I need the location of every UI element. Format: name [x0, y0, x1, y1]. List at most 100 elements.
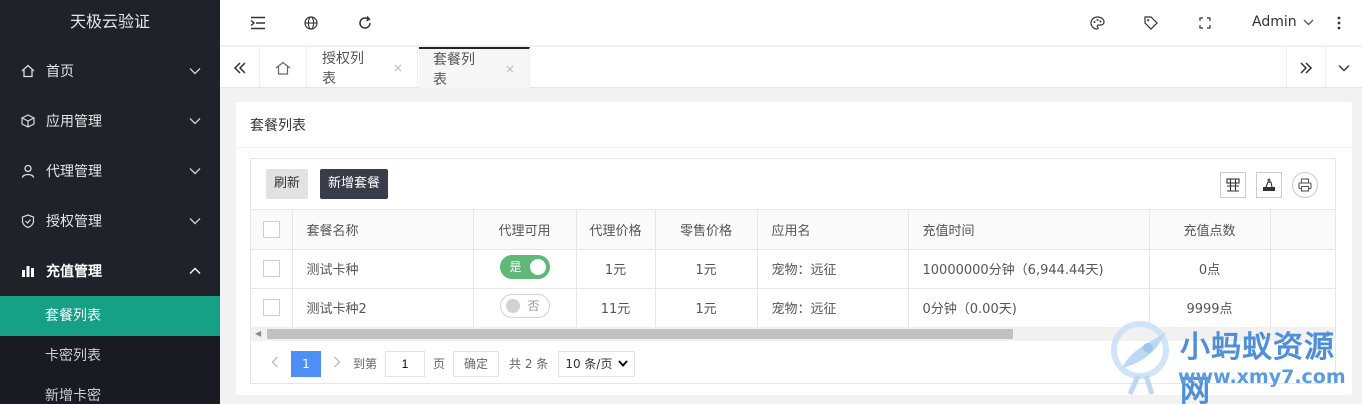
tab-label: 套餐列表 [433, 51, 475, 88]
brand-title: 天极云验证 [69, 12, 150, 31]
chevron-down-icon [188, 64, 202, 78]
sidebar-subitem-add-card[interactable]: 新增卡密 [0, 376, 220, 404]
total-count: 共 2 条 [509, 357, 549, 371]
package-name-cell: 测试卡种 [292, 249, 474, 289]
toggle-knob [529, 258, 546, 275]
agent-available-toggle[interactable]: 否 [499, 293, 550, 318]
sidebar-item-apps[interactable]: 应用管理 [0, 96, 220, 146]
card-title: 套餐列表 [236, 102, 1352, 148]
tab-close-icon[interactable]: × [505, 62, 515, 76]
export-icon [1263, 178, 1275, 191]
row-select-cell [251, 249, 293, 289]
columns-filter-button[interactable] [1220, 172, 1246, 198]
ant-logo [1111, 321, 1169, 396]
chevron-down-icon [618, 360, 629, 367]
tab-label: 授权列表 [322, 50, 364, 87]
table-header-row: 套餐名称 代理可用 代理价格 零售价格 应用名 充值时间 充值点数 [251, 210, 1335, 250]
chart-bar-icon [20, 263, 36, 279]
watermark: 小蚂蚁资源网 www.xmy7.com [1106, 318, 1362, 404]
sidebar-item-agents[interactable]: 代理管理 [0, 146, 220, 196]
tab-package-list[interactable]: 套餐列表 × [419, 47, 530, 88]
chevron-up-icon [188, 264, 202, 278]
app-name-cell: 宠物：远征 [757, 249, 909, 289]
column-header[interactable]: 套餐名称 [292, 210, 474, 250]
scrollbar-thumb[interactable] [267, 329, 1013, 339]
refresh-icon[interactable] [355, 13, 375, 33]
current-page-button[interactable]: 1 [291, 350, 321, 377]
column-header[interactable]: 应用名 [757, 210, 909, 250]
sidebar-subitem-cards[interactable]: 卡密列表 [0, 336, 220, 376]
refresh-button[interactable]: 刷新 [266, 169, 309, 199]
sidebar-subitem-packages[interactable]: 套餐列表 [0, 296, 220, 336]
user-icon [20, 163, 36, 179]
app-name-cell: 宠物：远征 [757, 288, 909, 328]
sidebar-item-label: 充值管理 [46, 264, 102, 280]
tabs-bar: 授权列表 × 套餐列表 × [220, 47, 1362, 88]
tab-close-icon[interactable]: × [393, 61, 403, 75]
tab-auth-list[interactable]: 授权列表 × [308, 47, 418, 88]
retail-price-cell: 1元 [655, 249, 758, 289]
page-unit-label: 页 [433, 357, 446, 371]
menu-fold-icon[interactable] [248, 13, 268, 33]
palette-icon[interactable] [1087, 13, 1107, 33]
page-size-value: 10 条/页 [565, 356, 613, 371]
package-name-cell: 测试卡种2 [292, 288, 474, 328]
sidebar-item-label: 首页 [46, 64, 74, 80]
column-header[interactable]: 代理价格 [576, 210, 656, 250]
row-checkbox[interactable] [262, 299, 280, 316]
duration-cell: 10000000分钟（6,944.44天) [908, 249, 1150, 289]
submenu-recharge: 套餐列表 卡密列表 新增卡密 [0, 296, 220, 404]
more-vertical-icon[interactable] [1329, 13, 1349, 33]
goto-page-input[interactable] [385, 350, 426, 377]
user-menu[interactable]: Admin [1252, 14, 1314, 30]
package-table: 套餐名称 代理可用 代理价格 零售价格 应用名 充值时间 充值点数 测试卡种 是 [251, 210, 1335, 328]
toggle-label: 否 [527, 299, 540, 313]
double-chevron-left-icon [233, 61, 246, 74]
export-button[interactable] [1256, 172, 1282, 198]
prev-page-icon[interactable] [265, 351, 285, 377]
scroll-left-arrow-icon[interactable]: ◀ [255, 329, 261, 338]
chevron-down-icon [1338, 64, 1350, 71]
column-header[interactable]: 代理可用 [473, 210, 577, 250]
fullscreen-icon[interactable] [1195, 13, 1215, 33]
page-size-select[interactable]: 10 条/页 [558, 350, 636, 377]
agent-available-toggle[interactable]: 是 [499, 254, 550, 279]
table-toolbar: 刷新 新增套餐 [251, 159, 1335, 210]
globe-icon[interactable] [301, 13, 321, 33]
goto-confirm-button[interactable]: 确定 [453, 350, 500, 377]
retail-price-cell: 1元 [655, 288, 758, 328]
tabs-scroll-left-button[interactable] [220, 47, 260, 88]
double-chevron-right-icon [1300, 61, 1313, 74]
column-header[interactable] [1270, 210, 1335, 250]
add-package-button[interactable]: 新增套餐 [320, 169, 389, 199]
select-all-cell [251, 210, 293, 250]
chevron-down-icon [1303, 14, 1314, 30]
sidebar-item-label: 代理管理 [46, 164, 102, 180]
tag-icon[interactable] [1141, 13, 1161, 33]
column-header[interactable]: 充值时间 [908, 210, 1150, 250]
column-header[interactable]: 充值点数 [1149, 210, 1271, 250]
columns-icon [1226, 178, 1240, 192]
sidebar: 天极云验证 首页 应用管理 代理管理 授权管理 充值管理 套餐列表 卡密列表 新… [0, 0, 220, 404]
agent-available-cell: 否 [473, 288, 577, 328]
tabs-dropdown-button[interactable] [1326, 47, 1362, 88]
tabs-scroll-right-button[interactable] [1286, 47, 1326, 88]
tab-home[interactable] [260, 47, 307, 88]
toggle-knob [505, 298, 520, 313]
user-name: Admin [1252, 14, 1297, 30]
column-header[interactable]: 零售价格 [655, 210, 758, 250]
print-icon [1298, 178, 1312, 192]
watermark-title: 小蚂蚁资源网 [1180, 330, 1335, 404]
chevron-down-icon [188, 114, 202, 128]
sidebar-item-auth[interactable]: 授权管理 [0, 196, 220, 246]
row-checkbox[interactable] [262, 260, 280, 277]
agent-price-cell: 1元 [576, 249, 656, 289]
points-cell: 0点 [1149, 249, 1271, 289]
next-page-icon[interactable] [327, 351, 347, 377]
select-all-checkbox[interactable] [262, 220, 280, 238]
row-select-cell [251, 288, 293, 328]
sidebar-item-home[interactable]: 首页 [0, 46, 220, 96]
top-header: Admin [220, 0, 1362, 46]
sidebar-item-recharge[interactable]: 充值管理 [0, 246, 220, 296]
print-button[interactable] [1292, 172, 1318, 198]
